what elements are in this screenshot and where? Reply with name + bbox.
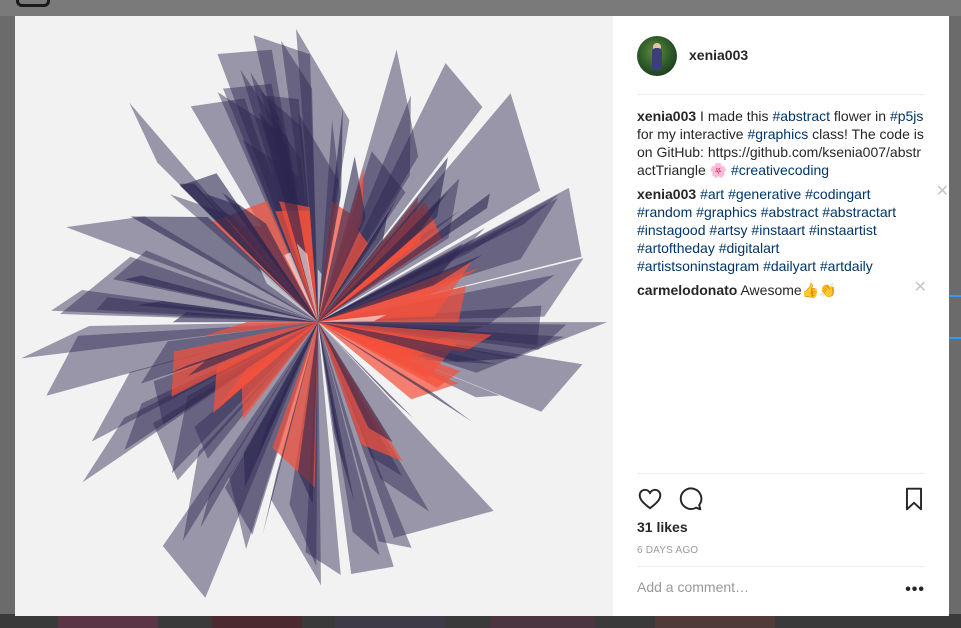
post-sidebar: xenia003 xenia003 I made this #abstract …: [613, 16, 949, 616]
hashtag-link[interactable]: #p5js: [890, 108, 923, 124]
comment-input[interactable]: [637, 579, 887, 595]
background-header: [0, 0, 961, 16]
comment-text: Awesome👍👏: [737, 282, 837, 298]
background-thumbnail: [490, 616, 595, 628]
list-item: xenia003 #art #generative #codingart #ra…: [637, 183, 949, 275]
background-thumbnail: [335, 616, 445, 628]
hashtag-link[interactable]: #codingart: [805, 186, 870, 202]
post-header: xenia003: [637, 36, 925, 95]
background-accent-line: [949, 295, 961, 297]
hashtag-link[interactable]: #graphics: [747, 126, 808, 142]
hashtag-link[interactable]: #instaart: [751, 222, 805, 238]
avatar[interactable]: [637, 36, 677, 76]
hashtag-link[interactable]: #graphics: [696, 204, 757, 220]
background-thumbnail: [655, 616, 775, 628]
post-author-username[interactable]: xenia003: [689, 47, 748, 63]
caption-text: I made this: [696, 108, 773, 124]
list-item: carmelodonato Awesome👍👏 ✕: [637, 279, 927, 299]
hashtag-link[interactable]: #abstractart: [822, 204, 896, 220]
hashtag-link[interactable]: #artdaily: [820, 258, 873, 274]
hashtag-link[interactable]: #art: [700, 186, 724, 202]
hashtag-link[interactable]: #artsy: [709, 222, 747, 238]
hashtag-link[interactable]: #artistsoninstagram: [637, 258, 759, 274]
abstract-flower-artwork: [21, 28, 608, 598]
comment-username[interactable]: xenia003: [637, 186, 696, 202]
close-icon[interactable]: ✕: [936, 183, 949, 201]
bookmark-icon[interactable]: [901, 486, 927, 512]
comment-form: •••: [637, 566, 925, 617]
hashtag-link[interactable]: #digitalart: [719, 240, 780, 256]
comment-username[interactable]: carmelodonato: [637, 282, 737, 298]
hashtag-link[interactable]: #abstract: [772, 108, 830, 124]
caption-text: flower in: [830, 108, 890, 124]
instagram-logo-icon[interactable]: [16, 0, 50, 7]
hashtag-link[interactable]: #generative: [728, 186, 801, 202]
post-timestamp[interactable]: 6 DAYS AGO: [637, 545, 698, 556]
hashtag-link[interactable]: #artoftheday: [637, 240, 715, 256]
post-actions: 31 likes 6 DAYS AGO: [637, 473, 927, 556]
like-count[interactable]: 31 likes: [637, 519, 688, 535]
hashtag-link[interactable]: #dailyart: [763, 258, 816, 274]
post-image[interactable]: [15, 16, 613, 616]
more-icon[interactable]: •••: [905, 581, 925, 599]
avatar-figure-body: [652, 48, 662, 70]
hashtag-link[interactable]: #instaartist: [809, 222, 877, 238]
comments-list: xenia003 I made this #abstract flower in…: [637, 107, 949, 305]
post-modal: xenia003 xenia003 I made this #abstract …: [15, 16, 949, 616]
flower-emoji: 🌸: [709, 162, 728, 178]
hashtag-link[interactable]: #abstract: [761, 204, 819, 220]
hashtag-link[interactable]: #instagood: [637, 222, 706, 238]
background-thumbnail: [58, 616, 158, 628]
background-accent-line: [949, 337, 961, 339]
caption-comment: xenia003 I made this #abstract flower in…: [637, 107, 927, 179]
heart-icon[interactable]: [637, 486, 663, 512]
hashtag-link[interactable]: #random: [637, 204, 692, 220]
comment-username[interactable]: xenia003: [637, 108, 696, 124]
caption-text: for my interactive: [637, 126, 748, 142]
close-icon[interactable]: ✕: [914, 279, 927, 297]
comment-icon[interactable]: [677, 486, 703, 512]
hashtag-link[interactable]: #creativecoding: [731, 162, 829, 178]
background-thumbnail: [212, 616, 302, 628]
